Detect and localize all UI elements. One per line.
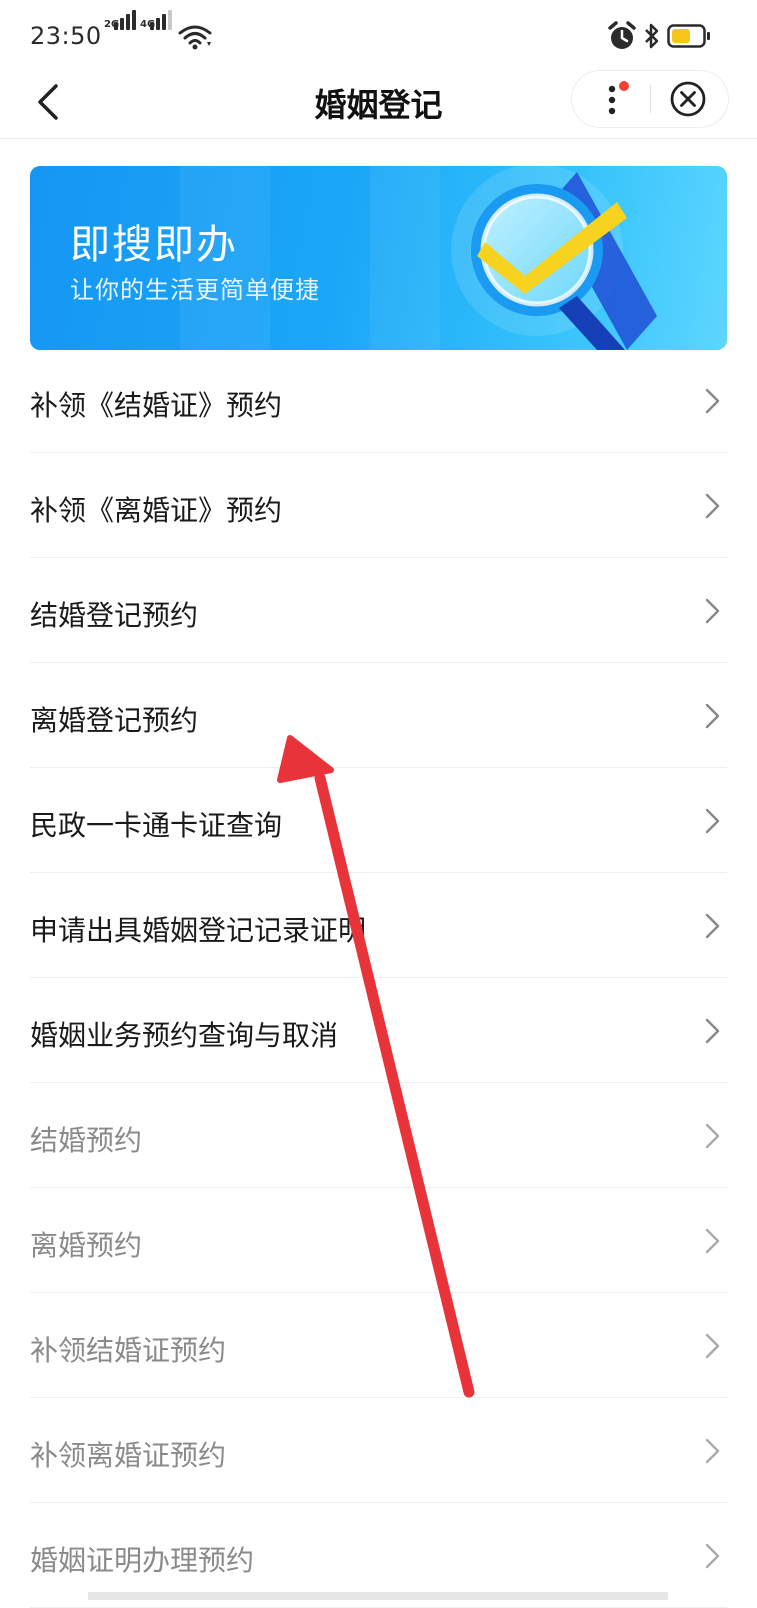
notification-badge <box>619 81 629 91</box>
list-item-label: 结婚登记预约 <box>30 599 199 632</box>
chevron-right-icon <box>705 598 720 624</box>
list-item[interactable]: 民政一卡通卡证查询 <box>30 768 727 873</box>
service-list: 补领《结婚证》预约 补领《离婚证》预约 结婚登记预约 离婚登记预约 民政一卡通卡… <box>0 348 757 1608</box>
list-item[interactable]: 补领《离婚证》预约 <box>30 453 727 558</box>
close-button[interactable] <box>666 77 710 121</box>
mini-program-capsule <box>571 70 729 128</box>
bluetooth-icon <box>645 23 659 49</box>
capsule-divider <box>650 85 651 113</box>
list-item-label: 补领《离婚证》预约 <box>30 494 283 527</box>
list-item[interactable]: 婚姻业务预约查询与取消 <box>30 978 727 1083</box>
list-item-label: 离婚登记预约 <box>30 704 199 737</box>
list-item[interactable]: 申请出具婚姻登记记录证明 <box>30 873 727 978</box>
status-time: 23:50 <box>30 22 102 50</box>
chevron-right-icon <box>705 388 720 414</box>
status-bar: 23:50 2G 4G <box>0 0 757 72</box>
list-item-label: 婚姻证明办理预约 <box>30 1544 255 1577</box>
nav-bar: 婚姻登记 <box>0 70 757 139</box>
wifi-icon <box>178 25 212 50</box>
list-item[interactable]: 补领离婚证预约 <box>30 1398 727 1503</box>
list-item-label: 结婚预约 <box>30 1124 143 1157</box>
battery-icon <box>667 24 710 48</box>
chevron-right-icon <box>705 808 720 834</box>
list-item[interactable]: 补领《结婚证》预约 <box>30 348 727 453</box>
chevron-right-icon <box>705 1543 720 1569</box>
alarm-icon <box>608 21 636 49</box>
signal-4g-icon: 4G <box>140 10 174 50</box>
list-item-label: 申请出具婚姻登记记录证明 <box>30 914 367 947</box>
chevron-right-icon <box>705 493 720 519</box>
chevron-right-icon <box>705 1018 720 1044</box>
chevron-right-icon <box>705 703 720 729</box>
more-button[interactable] <box>592 77 636 121</box>
chevron-right-icon <box>705 1123 720 1149</box>
list-item[interactable]: 结婚登记预约 <box>30 558 727 663</box>
list-item[interactable]: 离婚登记预约 <box>30 663 727 768</box>
promo-banner[interactable]: 即搜即办 让你的生活更简单便捷 <box>30 166 727 350</box>
list-item-label: 婚姻业务预约查询与取消 <box>30 1019 339 1052</box>
more-vertical-icon <box>608 81 629 115</box>
search-check-emblem-icon <box>451 166 657 350</box>
list-item-label: 民政一卡通卡证查询 <box>30 809 283 842</box>
signal-2g-icon: 2G <box>104 10 138 50</box>
list-item-label: 补领结婚证预约 <box>30 1334 227 1367</box>
list-item[interactable]: 离婚预约 <box>30 1188 727 1293</box>
status-icons <box>607 20 727 52</box>
chevron-right-icon <box>705 1228 720 1254</box>
bottom-scroll-hint <box>88 1592 668 1600</box>
close-circle-icon <box>670 81 706 117</box>
banner-title: 即搜即办 <box>70 222 238 268</box>
chevron-right-icon <box>705 1438 720 1464</box>
chevron-right-icon <box>705 913 720 939</box>
chevron-right-icon <box>705 1333 720 1359</box>
list-item-label: 补领离婚证预约 <box>30 1439 227 1472</box>
list-item-label: 离婚预约 <box>30 1229 143 1262</box>
list-item[interactable]: 结婚预约 <box>30 1083 727 1188</box>
list-item-label: 补领《结婚证》预约 <box>30 389 283 422</box>
list-item[interactable]: 补领结婚证预约 <box>30 1293 727 1398</box>
banner-subtitle: 让你的生活更简单便捷 <box>70 276 320 304</box>
